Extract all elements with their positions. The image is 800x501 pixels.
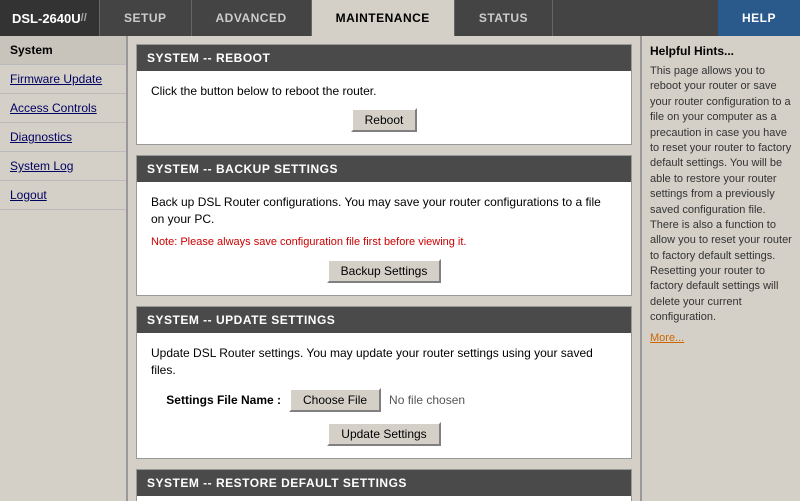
reboot-header: SYSTEM -- REBOOT [137,45,631,71]
backup-note: Note: Please always save configuration f… [151,235,617,250]
settings-file-row: Settings File Name : Choose File No file… [151,388,617,412]
backup-body: Back up DSL Router configurations. You m… [137,182,631,295]
choose-file-button[interactable]: Choose File [289,388,381,412]
reboot-description: Click the button below to reboot the rou… [151,83,617,100]
nav-tab-status[interactable]: STATUS [455,0,553,36]
restore-header: SYSTEM -- RESTORE DEFAULT SETTINGS [137,470,631,496]
sidebar: System Firmware Update Access Controls D… [0,36,128,501]
logo-slash: // [81,12,87,24]
update-header: SYSTEM -- UPDATE SETTINGS [137,307,631,333]
reboot-section: SYSTEM -- REBOOT Click the button below … [136,44,632,145]
sidebar-item-system-log[interactable]: System Log [0,152,126,181]
update-settings-button[interactable]: Update Settings [327,422,440,446]
backup-section: SYSTEM -- BACKUP SETTINGS Back up DSL Ro… [136,155,632,296]
restore-body: Restore DSL Router settings to the facto… [137,496,631,501]
file-chosen-text: No file chosen [389,393,465,407]
help-title: Helpful Hints... [650,44,792,58]
sidebar-item-firmware-update[interactable]: Firmware Update [0,65,126,94]
backup-header: SYSTEM -- BACKUP SETTINGS [137,156,631,182]
backup-description: Back up DSL Router configurations. You m… [151,194,617,228]
content-area: SYSTEM -- REBOOT Click the button below … [128,36,640,501]
reboot-btn-row: Reboot [151,108,617,132]
nav-tab-advanced[interactable]: ADVANCED [192,0,312,36]
update-btn-row: Update Settings [151,422,617,446]
sidebar-item-diagnostics[interactable]: Diagnostics [0,123,126,152]
restore-section: SYSTEM -- RESTORE DEFAULT SETTINGS Resto… [136,469,632,501]
logo-model: DSL-2640U [12,11,81,26]
sidebar-item-logout[interactable]: Logout [0,181,126,210]
update-body: Update DSL Router settings. You may upda… [137,333,631,459]
nav-tab-help[interactable]: HELP [718,0,800,36]
help-body: This page allows you to reboot your rout… [650,64,792,326]
settings-file-label: Settings File Name : [151,393,281,407]
help-more-link[interactable]: More... [650,332,684,344]
nav-tab-setup[interactable]: SETUP [100,0,192,36]
main-layout: System Firmware Update Access Controls D… [0,36,800,501]
update-description: Update DSL Router settings. You may upda… [151,345,617,379]
help-panel: Helpful Hints... This page allows you to… [640,36,800,501]
backup-settings-button[interactable]: Backup Settings [327,259,442,283]
backup-btn-row: Backup Settings [151,259,617,283]
sidebar-item-system[interactable]: System [0,36,126,65]
reboot-body: Click the button below to reboot the rou… [137,71,631,144]
sidebar-item-access-controls[interactable]: Access Controls [0,94,126,123]
update-section: SYSTEM -- UPDATE SETTINGS Update DSL Rou… [136,306,632,460]
logo: DSL-2640U// [0,0,100,36]
reboot-button[interactable]: Reboot [351,108,418,132]
nav-tab-maintenance[interactable]: MAINTENANCE [312,0,455,36]
top-navigation: DSL-2640U// SETUP ADVANCED MAINTENANCE S… [0,0,800,36]
